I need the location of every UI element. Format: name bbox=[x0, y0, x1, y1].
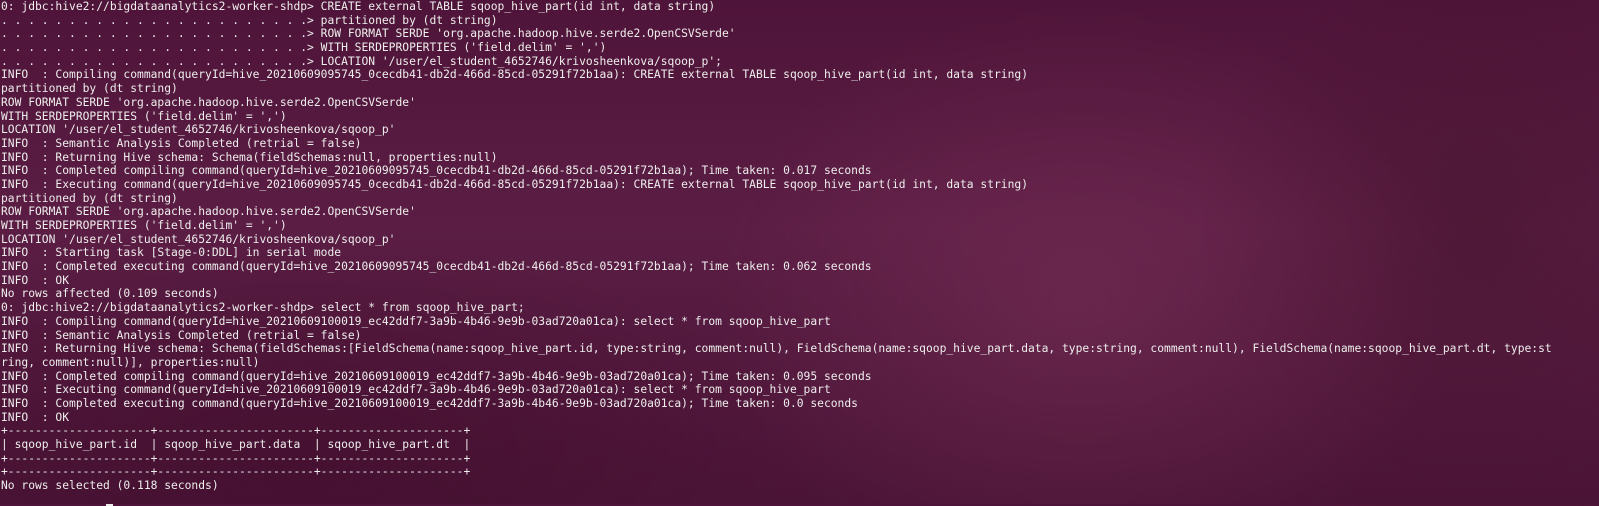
log-line: ROW FORMAT SERDE 'org.apache.hadoop.hive… bbox=[1, 95, 416, 109]
cursor-line bbox=[1, 493, 1599, 506]
result-line: No rows selected (0.118 seconds) bbox=[1, 479, 219, 493]
table-border: +---------------------+-----------------… bbox=[1, 465, 471, 479]
log-line: INFO : Returning Hive schema: Schema(fie… bbox=[1, 150, 498, 164]
log-line: INFO : Starting task [Stage-0:DDL] in se… bbox=[1, 246, 342, 260]
log-line: INFO : Executing command(queryId=hive_20… bbox=[1, 383, 831, 397]
continuation-line: . . . . . . . . . . . . . . . . . . . . … bbox=[1, 41, 607, 55]
table-border: +---------------------+-----------------… bbox=[1, 451, 471, 465]
log-line: INFO : Semantic Analysis Completed (retr… bbox=[1, 136, 362, 150]
log-line: INFO : Completed executing command(query… bbox=[1, 260, 872, 274]
prompt-line: 0: jdbc:hive2://bigdataanalytics2-worker… bbox=[1, 0, 716, 13]
log-line: LOCATION '/user/el_student_4652746/krivo… bbox=[1, 232, 396, 246]
continuation-line: . . . . . . . . . . . . . . . . . . . . … bbox=[1, 54, 722, 68]
log-line: INFO : Returning Hive schema: Schema(fie… bbox=[1, 342, 1552, 356]
result-line: No rows affected (0.109 seconds) bbox=[1, 287, 219, 301]
log-line: INFO : Completed compiling command(query… bbox=[1, 369, 872, 383]
log-line: ring, comment:null)], properties:null) bbox=[1, 355, 260, 369]
log-line: LOCATION '/user/el_student_4652746/krivo… bbox=[1, 123, 396, 137]
terminal-output[interactable]: 0: jdbc:hive2://bigdataanalytics2-worker… bbox=[1, 0, 1599, 506]
log-line: INFO : Completed compiling command(query… bbox=[1, 164, 872, 178]
log-line: WITH SERDEPROPERTIES ('field.delim' = ',… bbox=[1, 219, 287, 232]
log-line: partitioned by (dt string) bbox=[1, 82, 178, 96]
table-border: +---------------------+-----------------… bbox=[1, 424, 471, 438]
table-header: | sqoop_hive_part.id | sqoop_hive_part.d… bbox=[1, 438, 471, 451]
log-line: INFO : Completed executing command(query… bbox=[1, 396, 858, 410]
log-line: partitioned by (dt string) bbox=[1, 191, 178, 205]
continuation-line: . . . . . . . . . . . . . . . . . . . . … bbox=[1, 27, 736, 41]
log-line: INFO : Semantic Analysis Completed (retr… bbox=[1, 328, 362, 342]
log-line: INFO : Executing command(queryId=hive_20… bbox=[1, 177, 1028, 191]
log-line: WITH SERDEPROPERTIES ('field.delim' = ',… bbox=[1, 109, 287, 123]
log-line: INFO : OK bbox=[1, 410, 70, 424]
log-line: ROW FORMAT SERDE 'org.apache.hadoop.hive… bbox=[1, 205, 416, 219]
log-line: INFO : Compiling command(queryId=hive_20… bbox=[1, 314, 831, 328]
log-line: INFO : Compiling command(queryId=hive_20… bbox=[1, 68, 1028, 82]
continuation-line: . . . . . . . . . . . . . . . . . . . . … bbox=[1, 13, 498, 27]
log-line: INFO : OK bbox=[1, 273, 70, 287]
prompt-line: 0: jdbc:hive2://bigdataanalytics2-worker… bbox=[1, 301, 525, 315]
